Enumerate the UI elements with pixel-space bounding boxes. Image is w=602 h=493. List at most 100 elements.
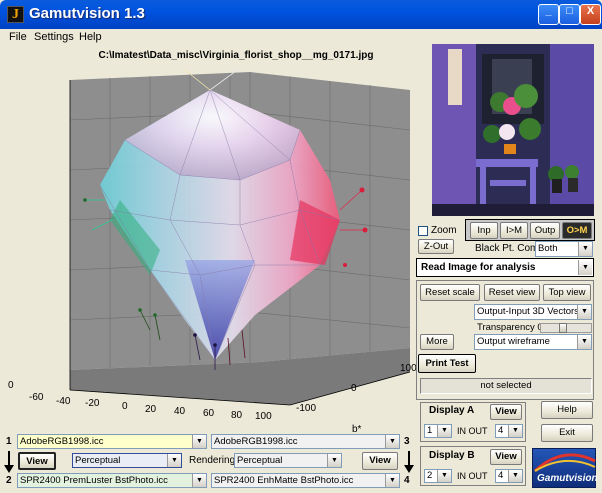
arrow-down-icon	[404, 451, 414, 473]
arrow-down-icon	[4, 451, 14, 473]
wireframe-select[interactable]: Output wireframe ▼	[474, 334, 592, 350]
chevron-down-icon: ▼	[577, 335, 591, 349]
o-to-m-button[interactable]: O>M	[562, 222, 592, 239]
b-tick-label: -100	[296, 403, 317, 414]
slider-thumb[interactable]	[559, 323, 567, 333]
print-test-button[interactable]: Print Test	[418, 354, 476, 373]
a-tick-label: 60	[203, 408, 215, 419]
chevron-down-icon: ▼	[508, 470, 522, 482]
logo-text: Gamutvision	[537, 473, 598, 484]
gamut-3d-plot[interactable]	[0, 60, 412, 435]
chevron-down-icon: ▼	[167, 454, 181, 467]
profile-1-select[interactable]: AdobeRGB1998.icc ▼	[17, 434, 207, 449]
profile-1-number: 1	[6, 436, 12, 447]
intent-right-select[interactable]: Perceptual ▼	[234, 453, 342, 468]
chevron-down-icon: ▼	[385, 435, 399, 448]
chevron-down-icon: ▼	[385, 474, 399, 487]
profile-2-select[interactable]: SPR2400 PremLuster BstPhoto.icc ▼	[17, 473, 207, 488]
profile-2-value: SPR2400 PremLuster BstPhoto.icc	[20, 475, 168, 486]
display-b-in-value: 2	[427, 470, 433, 481]
display-a-out-value: 4	[498, 425, 504, 436]
close-button[interactable]: X	[580, 4, 601, 25]
display-a-inout-label: IN OUT	[457, 426, 488, 436]
black-point-value: Both	[538, 243, 558, 254]
read-image-select[interactable]: Read Image for analysis ▼	[416, 258, 594, 277]
a-tick-label: 100	[255, 411, 272, 422]
a-tick-label: 40	[174, 406, 186, 417]
chevron-down-icon: ▼	[192, 474, 206, 487]
profile-3-value: AdobeRGB1998.icc	[214, 436, 298, 447]
i-to-m-button[interactable]: I>M	[500, 222, 528, 239]
display-b-label: Display B	[429, 450, 475, 461]
display-a-view-button[interactable]: View	[490, 404, 522, 420]
maximize-button[interactable]: □	[559, 4, 580, 25]
display-a-in-select[interactable]: 1 ▼	[424, 424, 452, 438]
window-title: Gamutvision 1.3	[29, 5, 145, 22]
app-icon: J	[7, 6, 24, 23]
display-type-select[interactable]: Output-Input 3D Vectors ▼	[474, 304, 592, 320]
intent-left-select[interactable]: Perceptual ▼	[72, 453, 182, 468]
chevron-down-icon: ▼	[577, 305, 591, 319]
wireframe-value: Output wireframe	[477, 336, 550, 347]
profile-3-select[interactable]: AdobeRGB1998.icc ▼	[211, 434, 400, 449]
view-left-button[interactable]: View	[18, 452, 56, 470]
display-b-inout-label: IN OUT	[457, 471, 488, 481]
intent-right-value: Perceptual	[237, 455, 283, 466]
a-tick-label: 80	[231, 410, 243, 421]
chevron-down-icon: ▼	[437, 470, 451, 482]
a-tick-label: 0	[122, 401, 128, 412]
a-tick-label: -20	[85, 398, 100, 409]
chevron-down-icon: ▼	[192, 435, 206, 448]
zout-button[interactable]: Z-Out	[418, 239, 454, 254]
more-button[interactable]: More	[420, 334, 454, 350]
preview-image	[432, 44, 594, 216]
display-b-out-value: 4	[498, 470, 504, 481]
view-right-button[interactable]: View	[362, 452, 398, 470]
display-type-value: Output-Input 3D Vectors	[477, 306, 579, 317]
profile-4-value: SPR2400 EnhMatte BstPhoto.icc	[214, 475, 354, 486]
profile-4-number: 4	[404, 475, 410, 486]
a-tick-label: -60	[29, 392, 44, 403]
logo-swoosh-icon	[533, 453, 596, 473]
menu-settings[interactable]: Settings	[34, 31, 74, 43]
intent-left-value: Perceptual	[75, 455, 121, 466]
menu-help[interactable]: Help	[79, 31, 102, 43]
menu-file[interactable]: File	[9, 31, 27, 43]
minimize-button[interactable]: _	[538, 4, 559, 25]
display-a-out-select[interactable]: 4 ▼	[495, 424, 523, 438]
help-button[interactable]: Help	[541, 401, 593, 419]
display-a-label: Display A	[429, 405, 475, 416]
zoom-label: Zoom	[431, 225, 457, 236]
read-image-label: Read Image for analysis	[421, 262, 536, 273]
a-tick-label: 20	[145, 404, 157, 415]
top-view-button[interactable]: Top view	[543, 284, 591, 301]
profile-4-select[interactable]: SPR2400 EnhMatte BstPhoto.icc ▼	[211, 473, 400, 488]
a-tick-label: -40	[56, 396, 71, 407]
display-b-out-select[interactable]: 4 ▼	[495, 469, 523, 483]
black-point-select[interactable]: Both ▼	[535, 241, 593, 257]
transparency-slider[interactable]	[540, 323, 592, 333]
zoom-checkbox[interactable]	[418, 226, 428, 236]
reset-scale-button[interactable]: Reset scale	[420, 284, 480, 301]
z-tick-label: 0	[8, 380, 14, 391]
profile-3-number: 3	[404, 436, 410, 447]
chevron-down-icon: ▼	[508, 425, 522, 437]
outp-button[interactable]: Outp	[530, 222, 560, 239]
display-a-in-value: 1	[427, 425, 433, 436]
chevron-down-icon: ▼	[327, 454, 341, 467]
gamutvision-logo: Gamutvision	[532, 448, 598, 488]
display-b-in-select[interactable]: 2 ▼	[424, 469, 452, 483]
profile-2-number: 2	[6, 475, 12, 486]
inp-button[interactable]: Inp	[470, 222, 498, 239]
exit-button[interactable]: Exit	[541, 424, 593, 442]
profile-1-value: AdobeRGB1998.icc	[20, 436, 104, 447]
display-b-view-button[interactable]: View	[490, 449, 522, 465]
status-field: not selected	[420, 378, 592, 394]
b-tick-label: 100	[400, 363, 417, 374]
rendering-label: Rendering	[189, 455, 236, 466]
chevron-down-icon: ▼	[578, 260, 592, 275]
b-tick-label: 0	[351, 383, 357, 394]
reset-view-button[interactable]: Reset view	[484, 284, 540, 301]
chevron-down-icon: ▼	[437, 425, 451, 437]
chevron-down-icon: ▼	[578, 242, 592, 256]
